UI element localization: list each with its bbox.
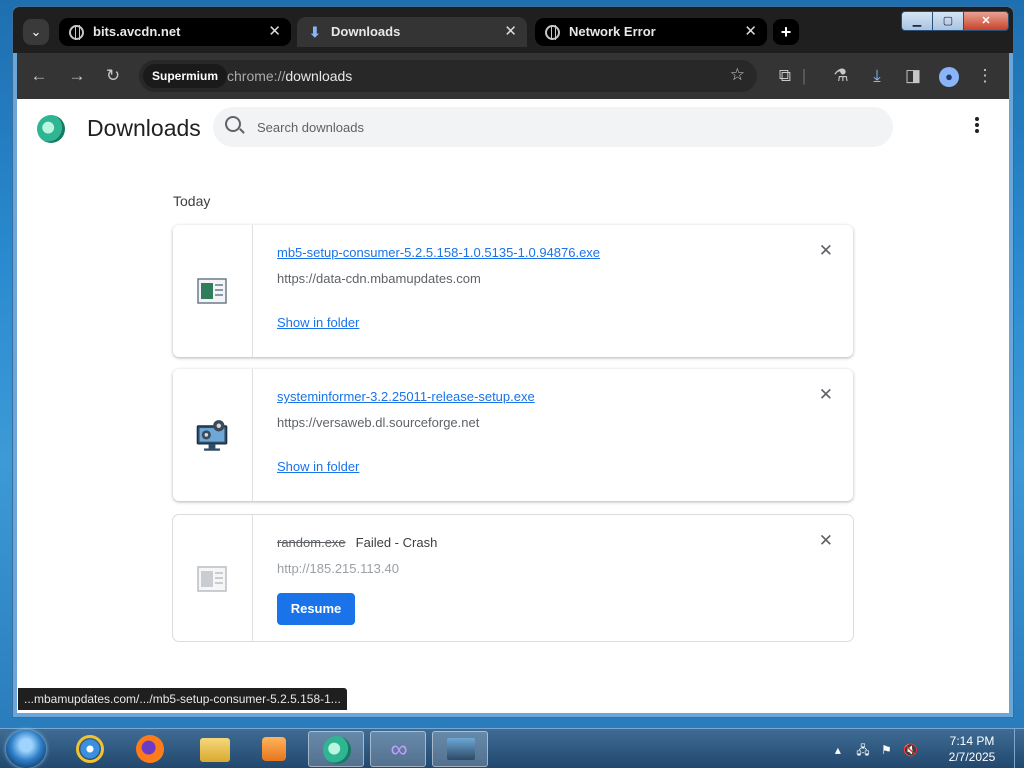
download-filename-link[interactable]: mb5-setup-consumer-5.2.5.158-1.0.5135-1.… [277,245,600,260]
tab-bits-avcdn[interactable]: bits.avcdn.net ✕ [59,18,291,46]
download-title-row: random.exe Failed - Crash [277,535,437,550]
show-in-folder-link[interactable]: Show in folder [277,459,359,474]
media-player-icon [262,737,286,761]
taskbar-file-explorer[interactable] [186,731,242,767]
close-icon[interactable]: ✕ [268,18,281,46]
site-chip[interactable]: Supermium [143,64,228,88]
taskbar-media-player[interactable] [246,731,302,767]
profile-avatar-icon[interactable]: ● [937,64,961,88]
reload-icon[interactable]: ↻ [101,64,125,88]
extensions-icon[interactable]: ⧉ [773,64,797,88]
tray-icons: ▴ 🖧 ⚑ 🔇 [835,741,918,762]
tab-title: Network Error [569,24,656,39]
toolbar-divider: | [801,66,807,85]
tab-network-error[interactable]: Network Error ✕ [535,18,767,46]
tab-downloads[interactable]: ⬇ Downloads ✕ [297,17,527,47]
minimize-button[interactable]: ▁ [901,11,933,31]
download-icon: ⬇ [309,24,321,40]
download-source-url: https://data-cdn.mbamupdates.com [277,271,481,286]
bookmark-star-icon[interactable]: ☆ [730,65,745,85]
back-arrow-icon[interactable]: ← [27,64,51,88]
globe-icon [69,25,84,40]
title-bar: ⌄ bits.avcdn.net ✕ ⬇ Downloads ✕ Network… [13,7,1013,53]
taskbar-system-informer[interactable] [432,731,488,767]
url-path: downloads [285,68,353,84]
supermium-logo-icon [37,115,65,143]
clock[interactable]: 7:14 PM 2/7/2025 [936,733,1008,765]
date-header: Today [173,193,211,209]
taskbar-firefox[interactable] [122,731,178,767]
search-icon[interactable] [225,116,241,132]
file-icon-column [173,225,253,357]
taskbar-visual-studio[interactable]: ∞ [370,731,426,767]
show-in-folder-link[interactable]: Show in folder [277,315,359,330]
infinity-icon: ∞ [390,736,408,763]
show-desktop-button[interactable] [1014,729,1024,768]
more-actions-icon[interactable] [975,117,981,135]
firefox-icon [136,735,164,763]
downloads-toolbar-icon[interactable]: ⤓ [865,64,889,88]
side-panel-icon[interactable]: ◨ [901,64,925,88]
search-box[interactable] [213,107,893,147]
internet-explorer-icon [76,735,104,763]
tab-title: bits.avcdn.net [93,24,181,39]
clock-time: 7:14 PM [949,734,995,748]
remove-download-icon[interactable]: ✕ [819,531,833,551]
resume-button[interactable]: Resume [277,593,355,625]
window-close-button[interactable]: ✕ [963,11,1009,31]
taskbar: ∞ ▴ 🖧 ⚑ 🔇 7:14 PM 2/7/2025 [0,728,1024,768]
download-item: systeminformer-3.2.25011-release-setup.e… [173,369,853,501]
download-filename: random.exe [277,535,346,550]
supermium-icon [323,736,351,764]
page-title: Downloads [87,115,201,141]
tab-title: Downloads [331,24,401,39]
downloads-page: Downloads Today mb5-setup-consumer-5.2.5… [17,99,1009,713]
address-bar[interactable]: Supermium chrome://downloads ☆ [139,60,757,92]
volume-muted-icon[interactable]: 🔇 [903,743,918,757]
url-scheme: chrome:// [227,68,286,84]
start-button[interactable] [6,730,46,768]
new-tab-button[interactable]: + [773,19,799,45]
file-icon-column [173,515,253,641]
file-icon-column [173,369,253,501]
browser-window: ⌄ bits.avcdn.net ✕ ⬇ Downloads ✕ Network… [12,6,1014,718]
maximize-button[interactable]: ▢ [932,11,964,31]
show-hidden-icons-icon[interactable]: ▴ [835,743,841,757]
close-icon[interactable]: ✕ [744,18,757,46]
generic-file-icon [197,566,227,592]
download-status: Failed - Crash [355,535,438,550]
close-icon[interactable]: ✕ [504,17,517,47]
action-center-flag-icon[interactable]: ⚑ [881,743,892,757]
window-controls: ▁ ▢ ✕ [901,11,1009,31]
download-source-url: http://185.215.113.40 [277,561,399,576]
search-input[interactable] [257,107,877,147]
toolbar: ← → ↻ Supermium chrome://downloads ☆ ⧉ |… [17,53,1009,99]
download-filename-link[interactable]: systeminformer-3.2.25011-release-setup.e… [277,389,535,404]
remove-download-icon[interactable]: ✕ [819,385,833,405]
folder-icon [200,738,230,762]
system-informer-icon [196,420,228,451]
taskbar-supermium[interactable] [308,731,364,767]
globe-icon [545,25,560,40]
remove-download-icon[interactable]: ✕ [819,241,833,261]
download-item: mb5-setup-consumer-5.2.5.158-1.0.5135-1.… [173,225,853,357]
clock-date: 2/7/2025 [948,750,996,764]
installer-file-icon [197,278,227,304]
tab-search-button[interactable]: ⌄ [23,19,49,45]
browser-menu-icon[interactable]: ⋮ [973,64,997,88]
labs-flask-icon[interactable]: ⚗ [829,64,853,88]
url-text[interactable]: chrome://downloads [227,60,352,92]
taskbar-internet-explorer[interactable] [62,731,118,767]
system-informer-icon [447,738,475,760]
status-bar-url: ...mbamupdates.com/.../mb5-setup-consume… [18,688,347,710]
forward-arrow-icon[interactable]: → [65,64,89,88]
network-icon[interactable]: 🖧 [856,743,869,757]
download-source-url: https://versaweb.dl.sourceforge.net [277,415,480,430]
download-item-failed: random.exe Failed - Crash http://185.215.… [173,515,853,641]
